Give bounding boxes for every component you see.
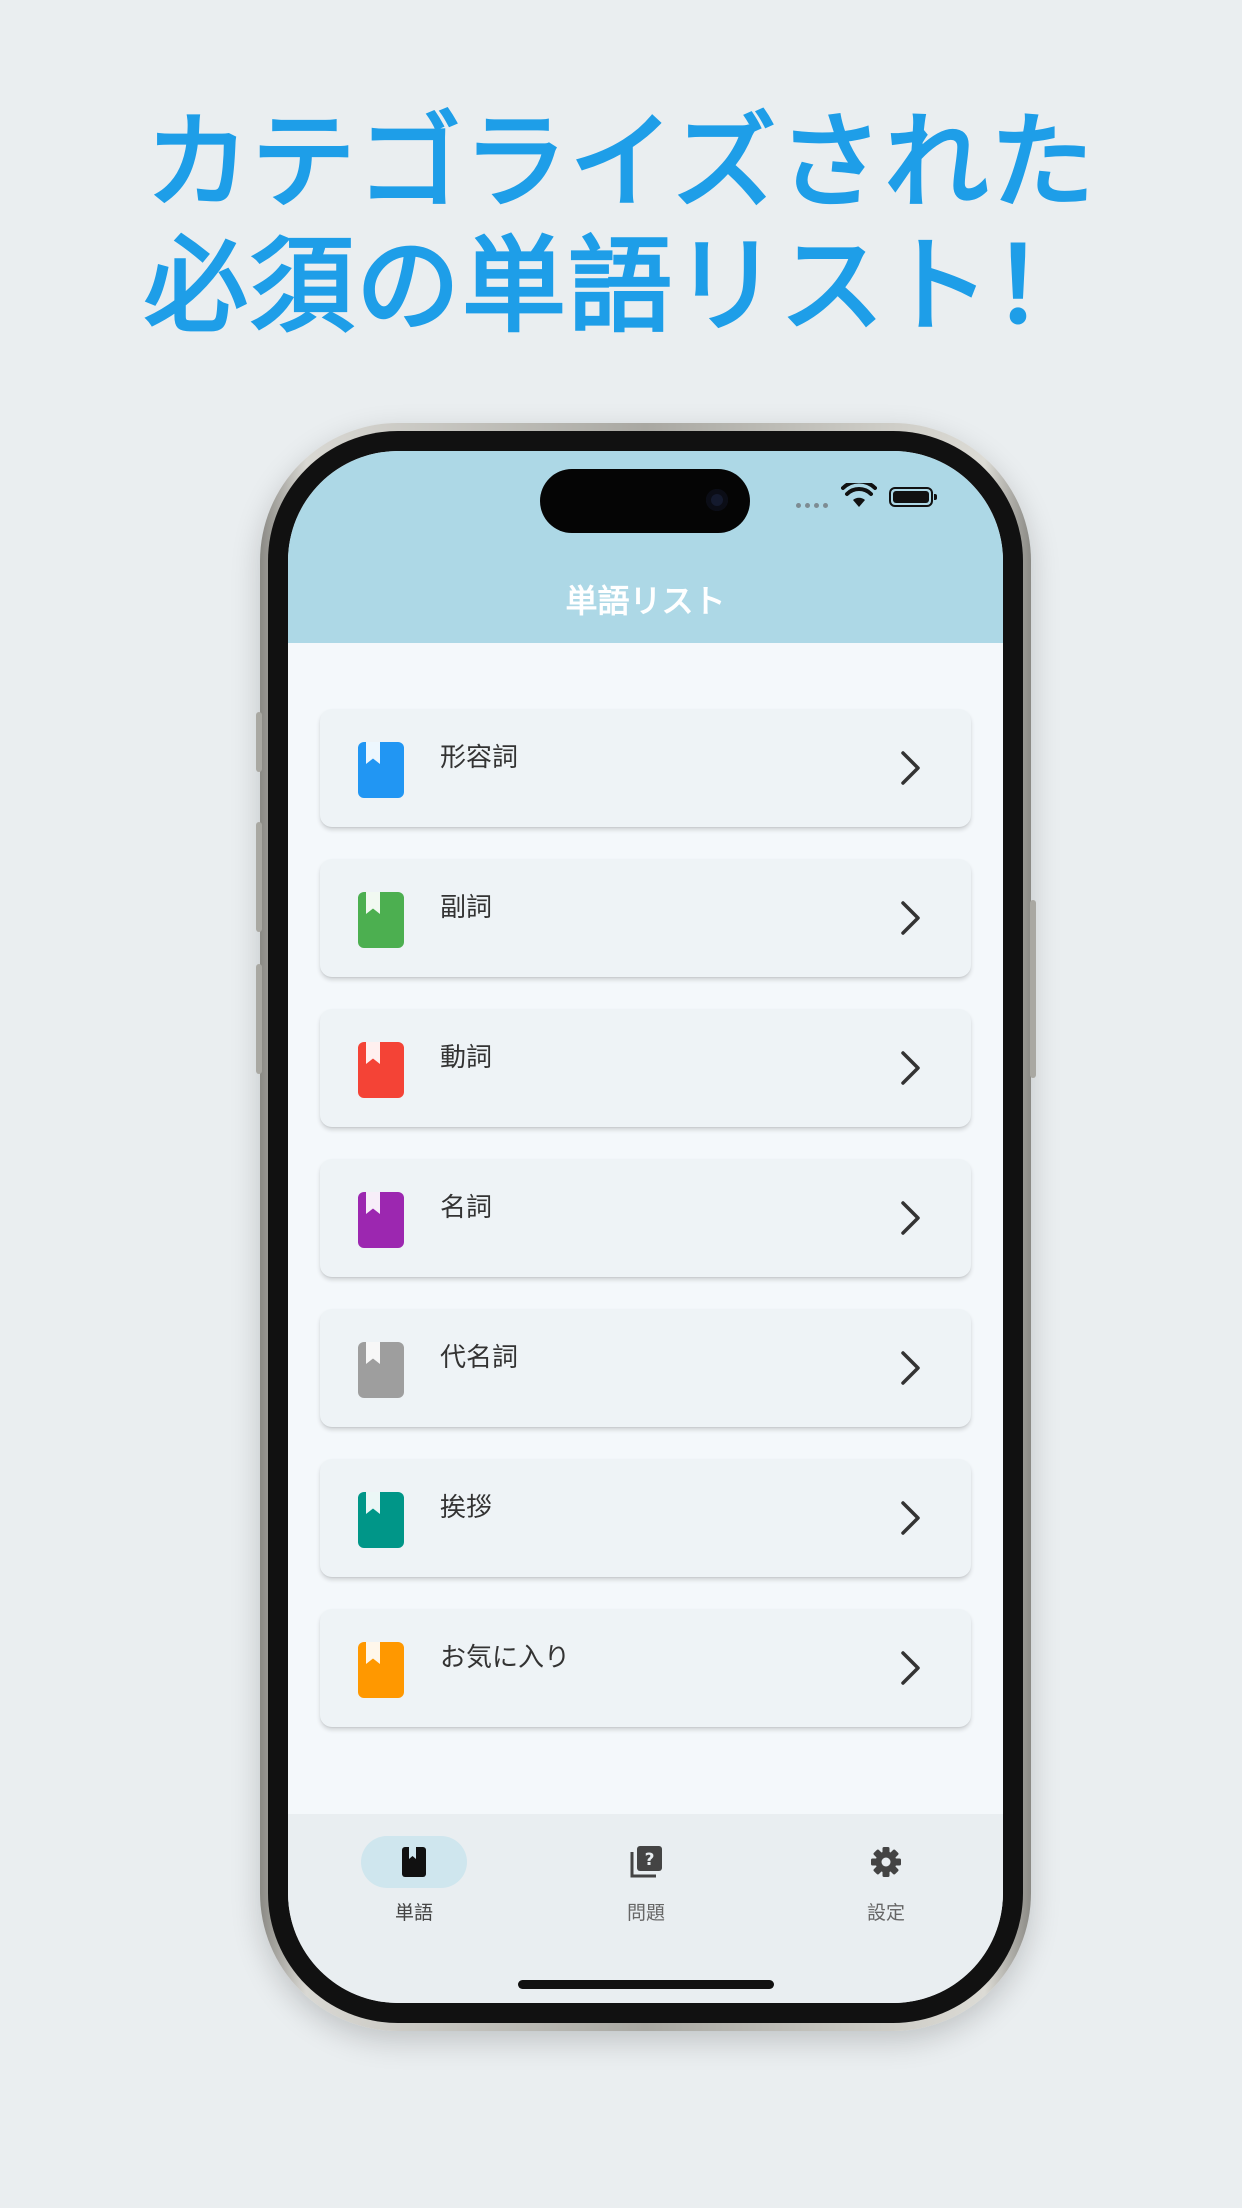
chevron-right-icon — [901, 1651, 920, 1685]
bottom-nav: 単語 ? 問題 設定 — [288, 1814, 1003, 2003]
active-indicator — [361, 1836, 467, 1888]
chevron-right-icon — [901, 901, 920, 935]
tab-label: 問題 — [626, 1902, 665, 1924]
category-item-greeting[interactable]: 挨拶 — [320, 1459, 971, 1577]
side-button-volume-down — [256, 964, 262, 1074]
chevron-right-icon — [901, 1201, 920, 1235]
chevron-right-icon — [901, 1051, 920, 1085]
book-icon — [402, 1847, 426, 1877]
signal-dots-icon — [796, 500, 836, 508]
category-item-adverb[interactable]: 副詞 — [320, 859, 971, 977]
phone-screen: 単語リスト 形容詞 副詞 動詞 名詞 代名詞 挨拶 お気に入り 単語 ? 問題 … — [288, 451, 1003, 2003]
bookmark-book-icon — [358, 742, 404, 798]
app-header: 単語リスト — [288, 451, 1003, 643]
side-button-power — [1030, 900, 1036, 1078]
tab-label: 単語 — [394, 1902, 433, 1924]
category-item-verb[interactable]: 動詞 — [320, 1009, 971, 1127]
tab-questions[interactable]: ? 問題 — [566, 1836, 726, 1925]
tab-settings[interactable]: 設定 — [806, 1836, 966, 1925]
category-label: 挨拶 — [440, 1493, 493, 1523]
wifi-icon — [841, 483, 877, 507]
bookmark-book-icon — [358, 1492, 404, 1548]
tab-label: 設定 — [866, 1902, 905, 1924]
promo-headline: カテゴライズされた 必須の単語リスト！ — [0, 100, 1242, 348]
home-indicator[interactable] — [518, 1980, 774, 1989]
tab-icon-wrap: ? — [593, 1836, 699, 1888]
category-item-noun[interactable]: 名詞 — [320, 1159, 971, 1277]
bookmark-book-icon — [358, 1342, 404, 1398]
category-label: 名詞 — [440, 1193, 493, 1223]
promo-line-2: 必須の単語リスト！ — [143, 225, 1098, 347]
category-item-favorites[interactable]: お気に入り — [320, 1609, 971, 1727]
chevron-right-icon — [901, 1351, 920, 1385]
promo-line-1: カテゴライズされた — [145, 101, 1097, 223]
camera-icon — [706, 489, 728, 511]
category-label: お気に入り — [440, 1643, 571, 1673]
quiz-icon: ? — [630, 1846, 662, 1878]
category-label: 代名詞 — [440, 1343, 519, 1373]
gear-icon — [871, 1847, 901, 1877]
dynamic-island — [540, 469, 750, 533]
category-label: 形容詞 — [440, 743, 519, 773]
chevron-right-icon — [901, 1501, 920, 1535]
bookmark-book-icon — [358, 1042, 404, 1098]
side-button-volume-up — [256, 822, 262, 932]
battery-icon — [889, 487, 937, 507]
chevron-right-icon — [901, 751, 920, 785]
side-button-mute — [256, 712, 262, 772]
category-label: 副詞 — [440, 893, 493, 923]
tab-words[interactable]: 単語 — [334, 1836, 494, 1925]
category-label: 動詞 — [440, 1043, 493, 1073]
category-list: 形容詞 副詞 動詞 名詞 代名詞 挨拶 お気に入り — [320, 709, 971, 1759]
tab-icon-wrap — [833, 1836, 939, 1888]
svg-text:?: ? — [645, 1850, 655, 1870]
bookmark-book-icon — [358, 1642, 404, 1698]
bookmark-book-icon — [358, 1192, 404, 1248]
category-item-adjective[interactable]: 形容詞 — [320, 709, 971, 827]
page-title: 単語リスト — [565, 582, 726, 620]
category-item-pronoun[interactable]: 代名詞 — [320, 1309, 971, 1427]
bookmark-book-icon — [358, 892, 404, 948]
